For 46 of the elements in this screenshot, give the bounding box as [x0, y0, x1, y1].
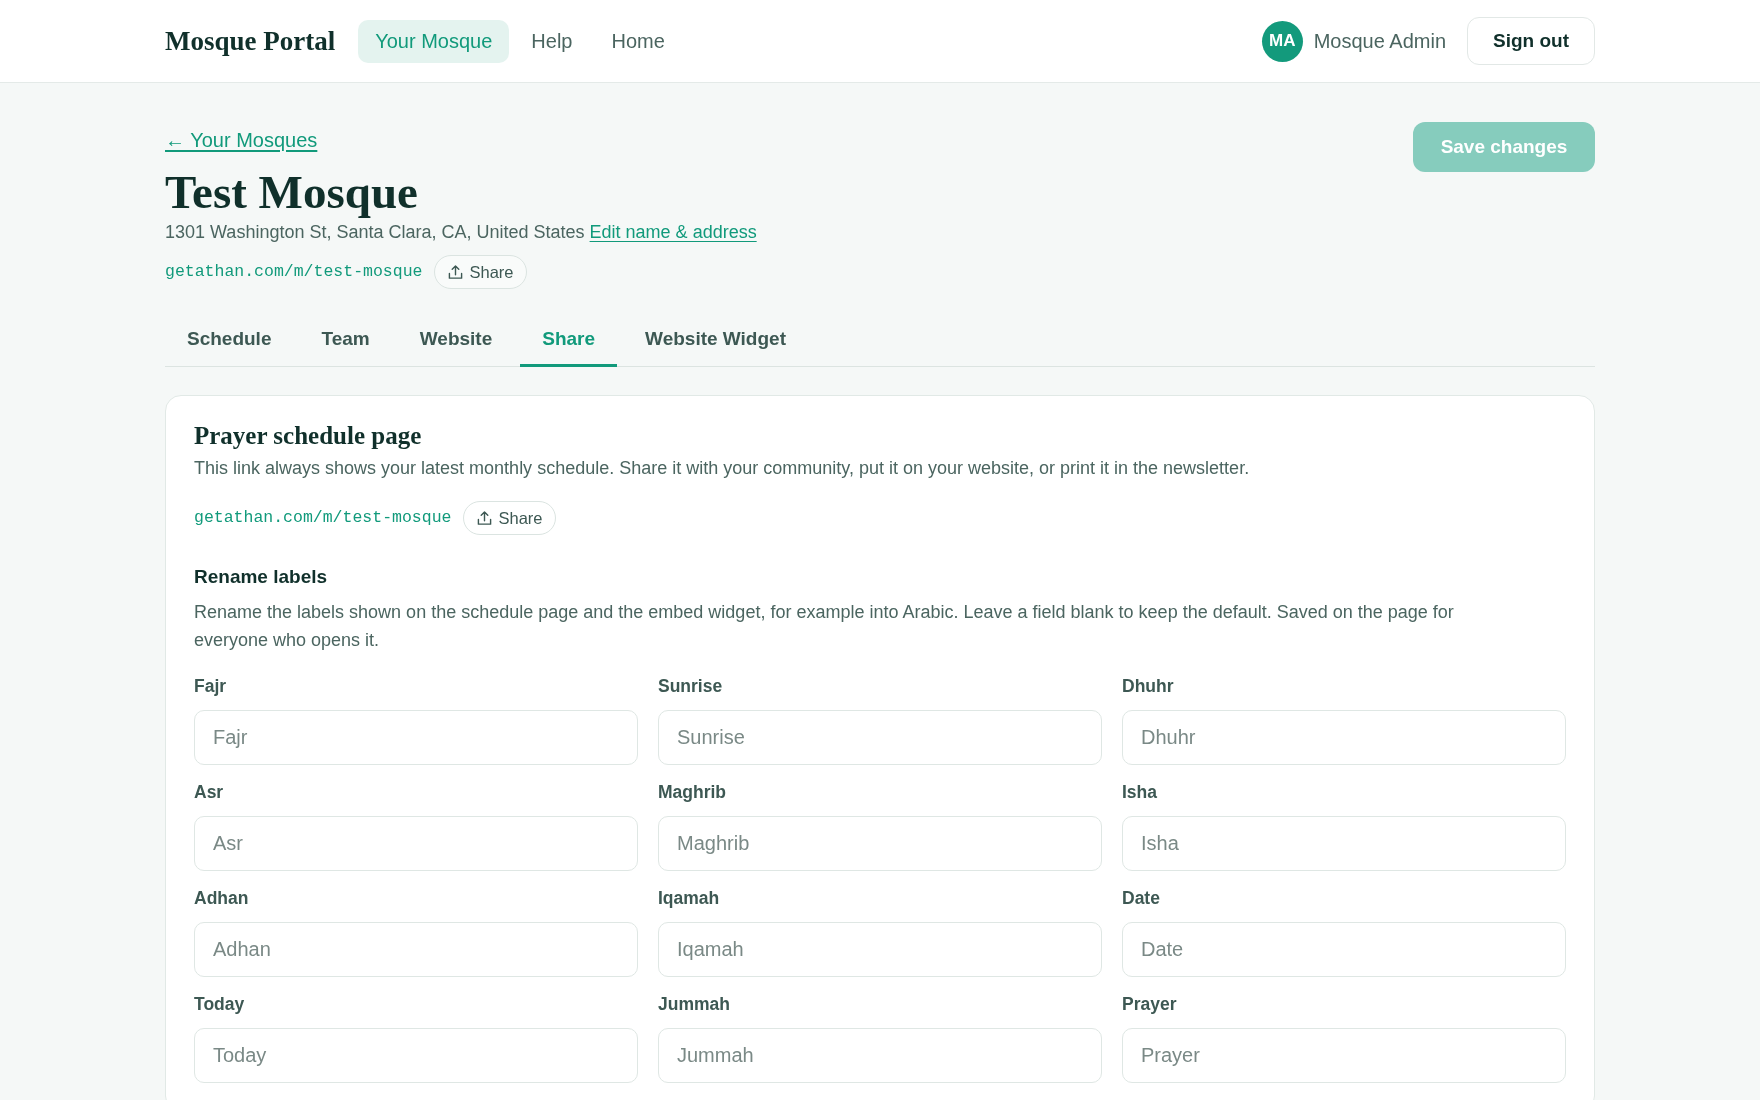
input-field[interactable]: Jummah [658, 1028, 1102, 1083]
public-url: getathan.com/m/test-mosque [194, 506, 452, 529]
nav-link[interactable]: Help [514, 19, 590, 63]
field-label: Jummah [658, 994, 731, 1014]
field-label: Today [194, 994, 246, 1014]
section-description: Rename the labels shown on the schedule page and the embed widget, for example into Arabic. Leave a field blank to keep the default. Saved on the page for everyone who opens it. [194, 601, 1455, 652]
input-field[interactable]: Iqamah [658, 922, 1102, 977]
card-description: This link always shows your latest monthly schedule. Share it with your community, put it on your website, or print it in the newsletter. [194, 457, 1251, 480]
user-name: Mosque Admin [1313, 29, 1446, 54]
field-label: Date [1122, 888, 1161, 908]
card-title: Prayer schedule page [194, 421, 423, 451]
share-button[interactable]: Share [463, 501, 557, 535]
field-label: Iqamah [658, 888, 721, 908]
input-field[interactable]: Fajr [194, 710, 638, 765]
input-field[interactable]: Sunrise [658, 710, 1102, 765]
field-label: Dhuhr [1122, 676, 1175, 696]
tab[interactable]: Website Widget [623, 314, 808, 367]
input-field[interactable]: Dhuhr [1122, 710, 1566, 765]
tab[interactable]: Team [299, 314, 392, 367]
address-text: 1301 Washington St, Santa Clara, CA, United States Edit name & address [165, 221, 757, 244]
field-label: Prayer [1122, 994, 1178, 1014]
input-field[interactable]: Date [1122, 922, 1566, 977]
tray-arrow-up-icon [477, 510, 493, 526]
tab[interactable]: Schedule [165, 314, 294, 367]
field-label: Maghrib [658, 782, 728, 802]
input-field[interactable]: Prayer [1122, 1028, 1566, 1083]
tab[interactable]: Website [397, 314, 515, 367]
input-field[interactable]: Asr [194, 816, 638, 871]
input-field[interactable]: Adhan [194, 922, 638, 977]
field-label: Adhan [194, 888, 250, 908]
field-label: Asr [194, 782, 225, 802]
share-button[interactable]: Share [434, 255, 528, 289]
app-logo: Mosque Portal [165, 24, 336, 58]
field-label: Fajr [194, 676, 228, 696]
input-field[interactable]: Isha [1122, 816, 1566, 871]
field-label: Sunrise [658, 676, 724, 696]
tray-arrow-up-icon [448, 264, 464, 280]
sign-out-button[interactable]: Sign out [1467, 17, 1595, 65]
section-heading: Rename labels [194, 565, 329, 589]
field-label: Isha [1122, 782, 1159, 802]
input-field[interactable]: Today [194, 1028, 638, 1083]
user-avatar: MA [1261, 20, 1303, 62]
input-field[interactable]: Maghrib [658, 816, 1102, 871]
public-url: getathan.com/m/test-mosque [165, 260, 423, 283]
nav-link[interactable]: Home [594, 19, 682, 63]
page-title: Test Mosque [165, 166, 418, 218]
